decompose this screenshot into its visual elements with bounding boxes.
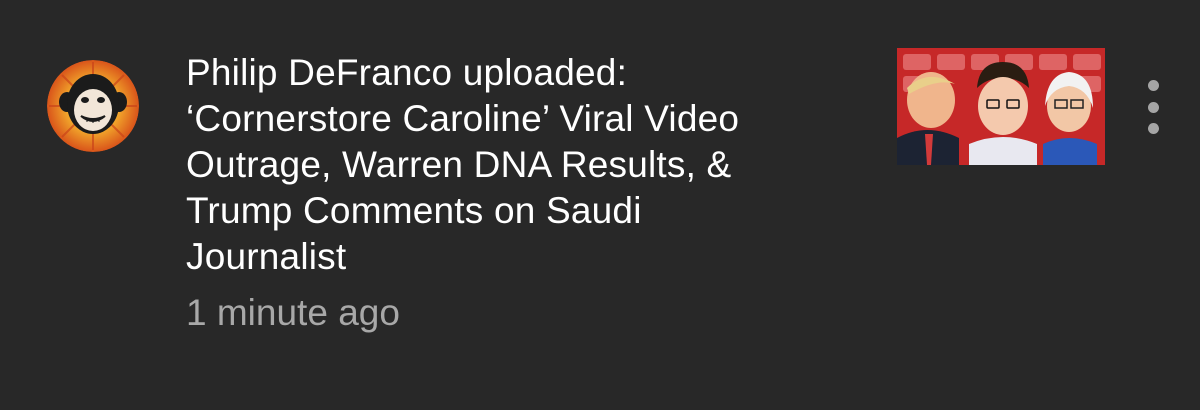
more-options-button[interactable] bbox=[1136, 80, 1170, 134]
upload-notification[interactable]: Philip DeFranco uploaded: ‘Cornerstore C… bbox=[0, 0, 1200, 410]
notification-text[interactable]: Philip DeFranco uploaded: ‘Cornerstore C… bbox=[186, 50, 866, 336]
more-vertical-icon-dot-2 bbox=[1147, 101, 1159, 113]
thumbnail-image bbox=[897, 48, 1105, 165]
notification-message: Philip DeFranco uploaded: ‘Cornerstore C… bbox=[186, 52, 740, 277]
monkey-logo-icon bbox=[47, 60, 139, 152]
video-thumbnail[interactable] bbox=[897, 48, 1105, 165]
channel-avatar[interactable] bbox=[47, 60, 139, 152]
more-vertical-icon bbox=[1147, 80, 1159, 91]
notification-timestamp: 1 minute ago bbox=[186, 292, 400, 333]
more-vertical-icon-dot-3 bbox=[1147, 123, 1159, 134]
